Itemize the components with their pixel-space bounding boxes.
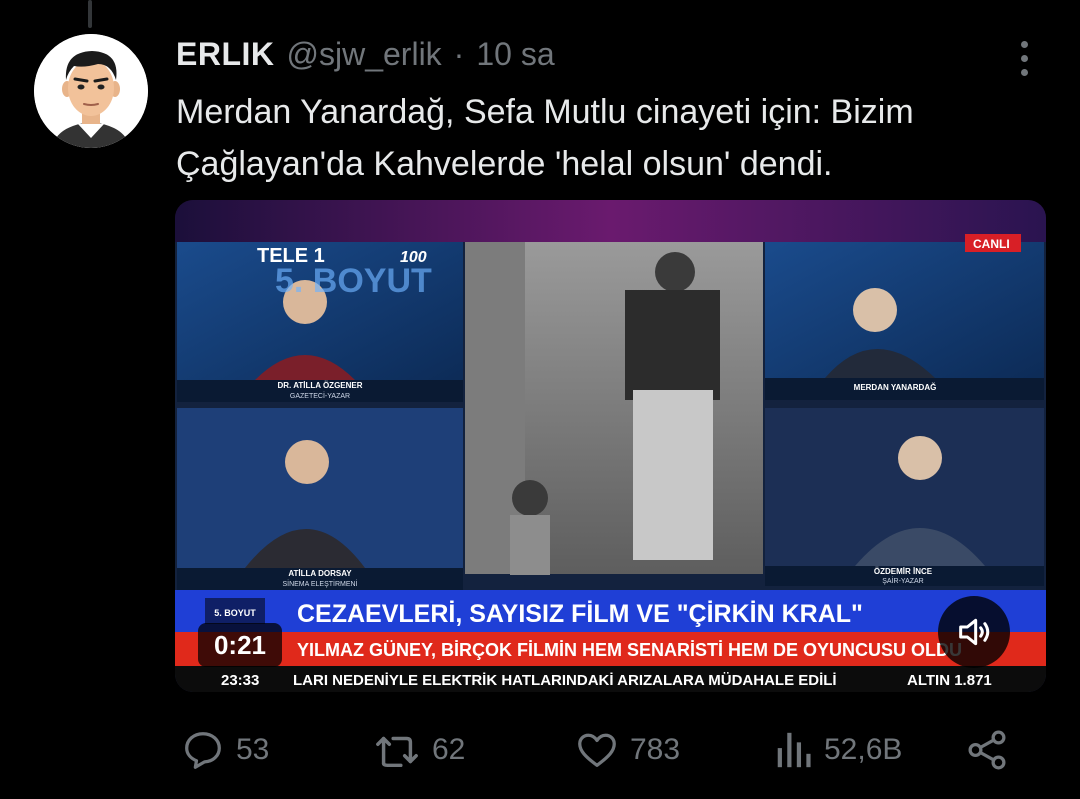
subline-text: YILMAZ GÜNEY, BİRÇOK FİLMİN HEM SENARİST… — [297, 640, 962, 660]
repost-count: 62 — [432, 733, 466, 766]
panel-name-bottom-left: ATİLLA DORSAY — [288, 569, 352, 578]
panel-name-top-right: MERDAN YANARDAĞ — [854, 383, 937, 392]
more-options-button[interactable] — [1004, 38, 1044, 78]
panel-sub-top-left: GAZETECİ-YAZAR — [290, 391, 350, 400]
tweet-page: ERLIK @sjw_erlik · 10 sa Merdan Yanardağ… — [0, 0, 1080, 799]
ticker-text: LARI NEDENİYLE ELEKTRİK HATLARINDAKİ ARI… — [293, 672, 837, 689]
reply-count: 53 — [236, 733, 270, 766]
more-icon-dot — [1020, 54, 1028, 62]
video-duration-badge: 0:21 — [198, 623, 282, 667]
like-count: 783 — [630, 733, 681, 766]
live-label: CANLI — [973, 237, 1010, 251]
tweet-text-line: Merdan Yanardağ, Sefa Mutlu cinayeti içi… — [176, 93, 914, 131]
ticker-extra: ALTIN 1.871 — [907, 672, 992, 689]
view-count: 52,6B — [824, 733, 903, 766]
volume-button[interactable] — [938, 596, 1010, 668]
author-handle[interactable]: @sjw_erlik — [287, 36, 442, 73]
tweet-text: Merdan Yanardağ, Sefa Mutlu cinayeti içi… — [176, 86, 1036, 190]
more-icon-dot — [1020, 68, 1028, 76]
volume-icon — [959, 618, 990, 646]
heart-icon — [578, 733, 616, 767]
ticker-time: 23:33 — [221, 672, 259, 689]
reply-icon — [185, 732, 221, 769]
video-frame: TELE 1 100 5. BOYUT CANLI DR. ATİLLA ÖZG… — [175, 200, 1046, 692]
tweet-text-line: Çağlayan'da Kahvelerde 'helal olsun' den… — [176, 145, 833, 183]
thread-connector-line — [88, 0, 92, 28]
repost-icon — [376, 736, 418, 768]
repost-button[interactable]: 62 — [372, 728, 465, 772]
author-name[interactable]: ERLIK — [176, 36, 275, 73]
views-icon — [777, 732, 811, 768]
avatar-illustration — [34, 34, 148, 148]
tweet-actions: 53 62 783 52,6B — [176, 720, 1046, 780]
video-player[interactable]: TELE 1 100 5. BOYUT CANLI DR. ATİLLA ÖZG… — [175, 200, 1046, 692]
panel-sub-bottom-right: ŞAİR-YAZAR — [882, 576, 924, 585]
like-button[interactable]: 783 — [574, 728, 680, 772]
panel-sub-bottom-left: SİNEMA ELEŞTİRMENİ — [282, 579, 357, 588]
share-button[interactable] — [964, 728, 1010, 772]
tweet-timestamp[interactable]: 10 sa — [476, 36, 554, 73]
share-icon — [968, 730, 1006, 770]
panel-name-bottom-right: ÖZDEMİR İNCE — [874, 567, 933, 576]
lower-third-tag: 5. BOYUT — [214, 608, 256, 618]
panel-name-top-left: DR. ATİLLA ÖZGENER — [277, 381, 362, 390]
show-name-overlay: 5. BOYUT — [275, 262, 432, 300]
headline-text: CEZAEVLERİ, SAYISIZ FİLM VE "ÇİRKİN KRAL… — [297, 600, 863, 628]
reply-button[interactable]: 53 — [180, 728, 269, 772]
more-icon — [1020, 40, 1028, 48]
views-button[interactable]: 52,6B — [772, 728, 902, 772]
tweet-header: ERLIK @sjw_erlik · 10 sa — [176, 34, 555, 74]
avatar[interactable] — [34, 34, 148, 148]
header-separator: · — [453, 35, 465, 72]
